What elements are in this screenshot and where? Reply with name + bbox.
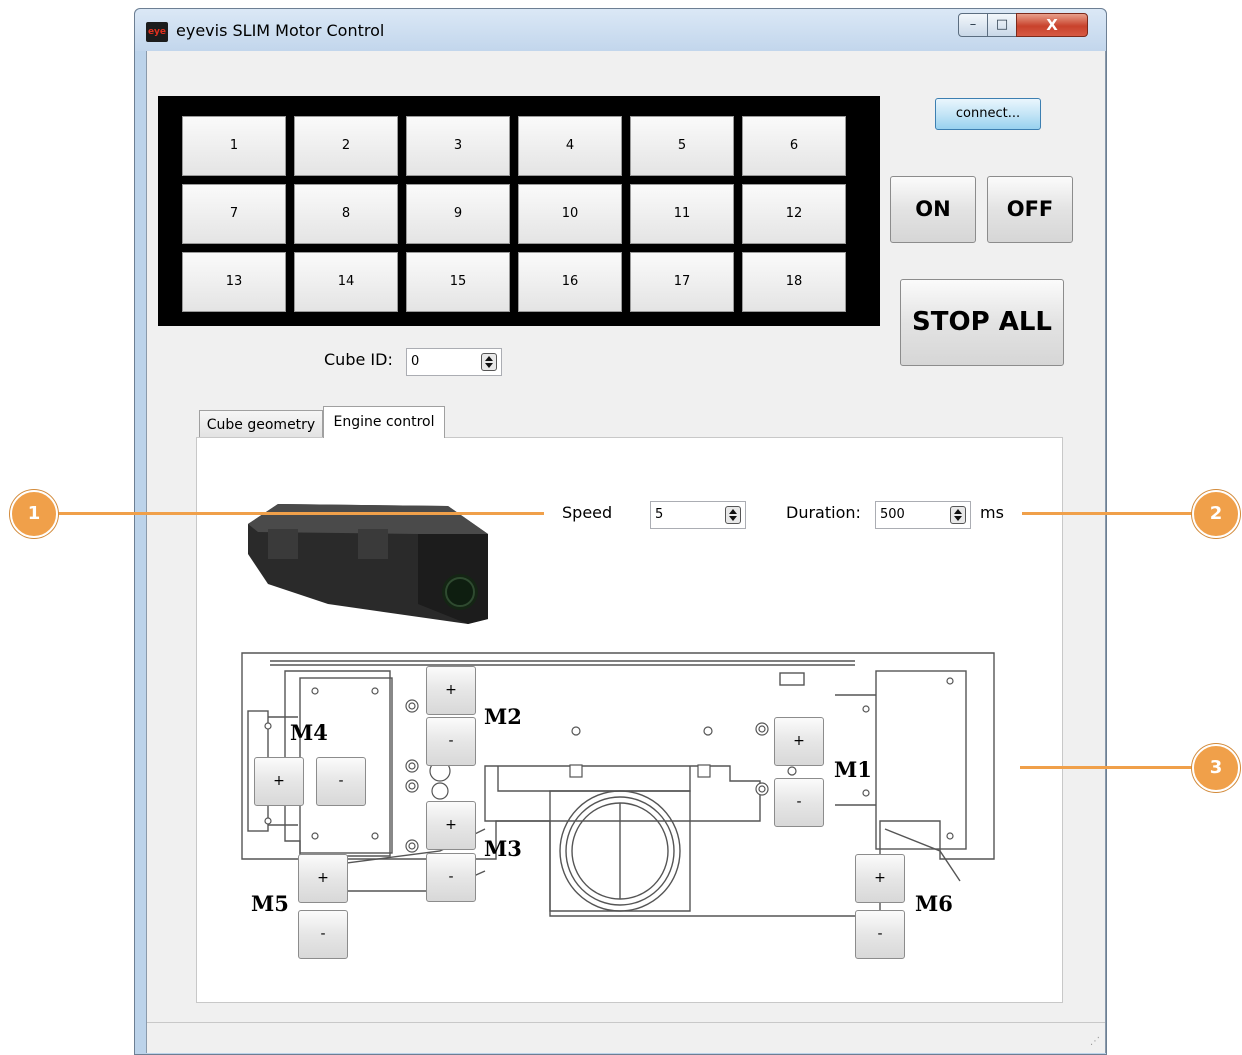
eyevis-logo-icon: eye <box>146 22 168 42</box>
cube-button[interactable]: 14 <box>294 252 398 312</box>
spin-arrows-icon[interactable] <box>950 506 966 524</box>
duration-unit: ms <box>980 503 1004 522</box>
speed-value: 5 <box>655 507 664 522</box>
cube-button[interactable]: 5 <box>630 116 734 176</box>
cube-button[interactable]: 18 <box>742 252 846 312</box>
cube-button[interactable]: 17 <box>630 252 734 312</box>
window-title: eyevis SLIM Motor Control <box>176 21 385 40</box>
m2-plus-button[interactable]: + <box>426 666 476 715</box>
motor-label-m5: M5 <box>251 891 289 916</box>
m1-plus-button[interactable]: + <box>774 717 824 766</box>
cube-button[interactable]: 4 <box>518 116 622 176</box>
cube-button[interactable]: 16 <box>518 252 622 312</box>
cube-grid: 1 2 3 4 5 6 7 8 9 10 11 12 13 14 15 16 17 18 <box>158 96 880 326</box>
m6-plus-button[interactable]: + <box>855 854 905 903</box>
cube-button[interactable]: 8 <box>294 184 398 244</box>
speed-spinbox[interactable]: 5 <box>650 501 746 529</box>
cube-button[interactable]: 1 <box>182 116 286 176</box>
m6-minus-button[interactable]: - <box>855 910 905 959</box>
connect-button[interactable]: connect... <box>935 98 1041 130</box>
m3-plus-button[interactable]: + <box>426 801 476 850</box>
m1-minus-button[interactable]: - <box>774 778 824 827</box>
m4-plus-button[interactable]: + <box>254 757 304 806</box>
speed-label: Speed <box>562 503 613 522</box>
maximize-button[interactable]: □ <box>987 13 1017 37</box>
m3-minus-button[interactable]: - <box>426 853 476 902</box>
cube-id-spinbox[interactable]: 0 <box>406 348 502 376</box>
cube-button[interactable]: 15 <box>406 252 510 312</box>
stop-all-button[interactable]: STOP ALL <box>900 279 1064 366</box>
motor-label-m4: M4 <box>290 720 328 745</box>
spin-arrows-icon[interactable] <box>481 353 497 371</box>
duration-label: Duration: <box>786 503 861 522</box>
maximize-icon: □ <box>995 17 1009 32</box>
cube-button[interactable]: 11 <box>630 184 734 244</box>
cube-id-label: Cube ID: <box>324 350 393 369</box>
motor-label-m1: M1 <box>834 757 872 782</box>
cube-button[interactable]: 10 <box>518 184 622 244</box>
off-button[interactable]: OFF <box>987 176 1073 243</box>
cube-button[interactable]: 12 <box>742 184 846 244</box>
cube-button[interactable]: 9 <box>406 184 510 244</box>
duration-value: 500 <box>880 507 905 522</box>
callout-line-2 <box>1022 512 1196 515</box>
close-button[interactable]: X <box>1016 13 1088 37</box>
cube-button[interactable]: 7 <box>182 184 286 244</box>
spin-arrows-icon[interactable] <box>725 506 741 524</box>
on-button[interactable]: ON <box>890 176 976 243</box>
status-bar <box>147 1022 1105 1052</box>
m5-plus-button[interactable]: + <box>298 854 348 903</box>
duration-spinbox[interactable]: 500 <box>875 501 971 529</box>
cube-button[interactable]: 6 <box>742 116 846 176</box>
callout-line-3 <box>1020 766 1196 769</box>
tab-engine-control[interactable]: Engine control <box>323 406 445 438</box>
slim-engine-image <box>248 504 488 624</box>
minimize-button[interactable]: – <box>958 13 988 37</box>
callout-badge-2: 2 <box>1192 490 1240 538</box>
cube-button[interactable]: 13 <box>182 252 286 312</box>
m5-minus-button[interactable]: - <box>298 910 348 959</box>
m4-minus-button[interactable]: - <box>316 757 366 806</box>
tab-cube-geometry[interactable]: Cube geometry <box>199 410 323 438</box>
cube-id-value: 0 <box>411 354 420 369</box>
callout-badge-1: 1 <box>10 490 58 538</box>
callout-line-1 <box>56 512 544 515</box>
motor-label-m6: M6 <box>915 891 953 916</box>
motor-label-m3: M3 <box>484 836 522 861</box>
resize-grip-icon[interactable]: ⋰ <box>1090 1036 1104 1050</box>
cube-button[interactable]: 3 <box>406 116 510 176</box>
close-icon: X <box>1046 16 1058 34</box>
m2-minus-button[interactable]: - <box>426 717 476 766</box>
cube-button[interactable]: 2 <box>294 116 398 176</box>
callout-badge-3: 3 <box>1192 744 1240 792</box>
minimize-icon: – <box>969 17 977 32</box>
motor-label-m2: M2 <box>484 704 522 729</box>
